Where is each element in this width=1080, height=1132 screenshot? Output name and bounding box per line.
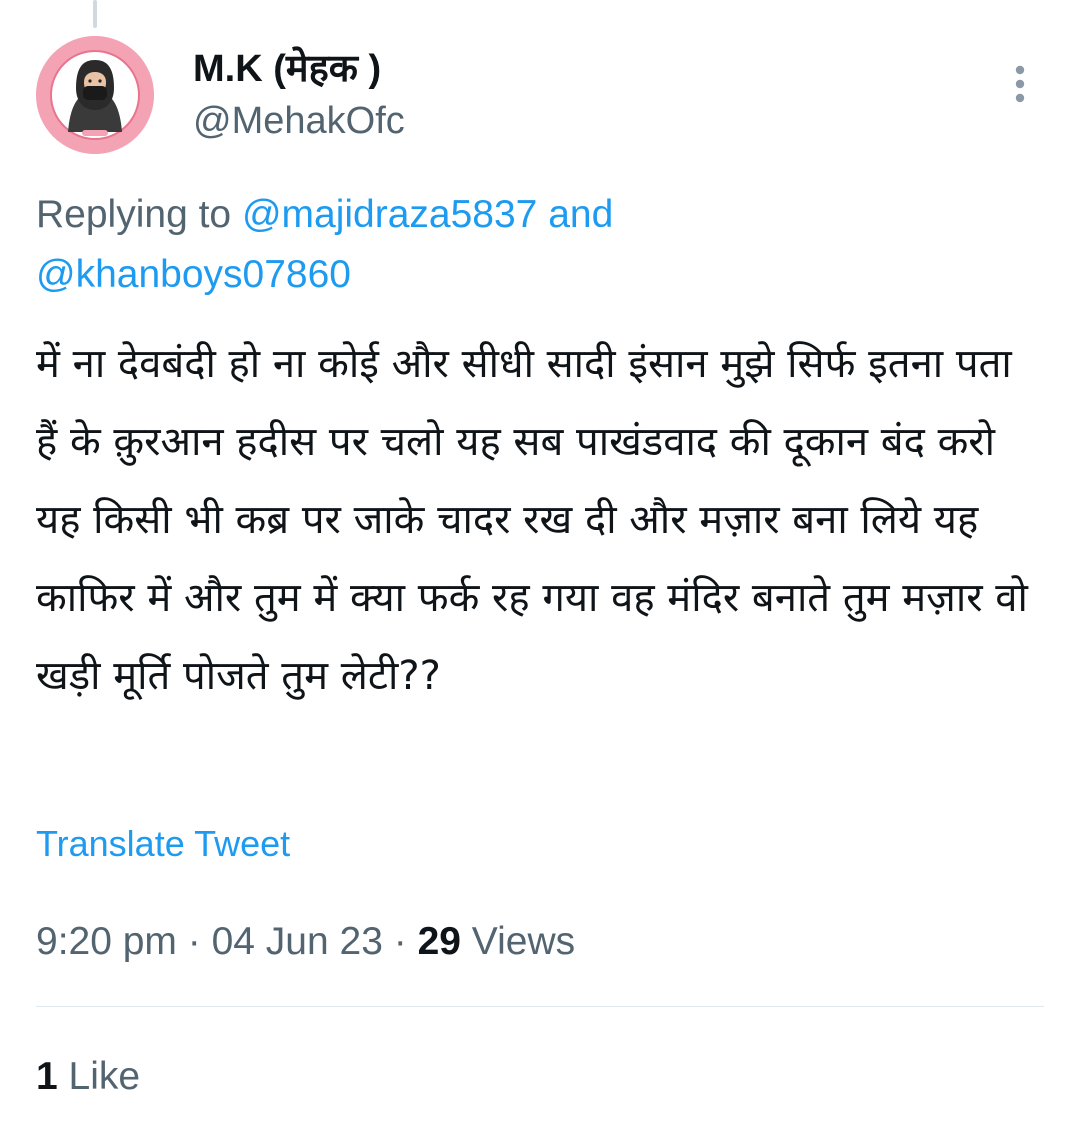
tweet-text: में ना देवबंदी हो ना कोई और सीधी सादी इं…	[36, 341, 1028, 699]
views-label: Views	[460, 920, 576, 963]
tweet-metadata: 9:20 pm · 04 Jun 23 · 29 Views	[36, 917, 575, 967]
mention-link-majidraza5837[interactable]: @majidraza5837	[242, 193, 537, 236]
avatar[interactable]	[36, 36, 154, 154]
tweet-time[interactable]: 9:20 pm	[36, 920, 177, 963]
author-handle[interactable]: @MehakOfc	[193, 98, 405, 144]
views-count: 29	[417, 920, 461, 963]
likes-stat[interactable]: 1 Like	[36, 1052, 140, 1102]
translate-tweet-link[interactable]: Translate Tweet	[36, 822, 290, 866]
meta-separator: ·	[382, 920, 418, 963]
hijab-profile-avatar-icon	[36, 36, 154, 154]
author-display-name[interactable]: M.K (मेहक )	[193, 46, 381, 92]
replying-and-joiner: and	[537, 193, 614, 236]
likes-label: Like	[57, 1055, 141, 1098]
meta-separator: ·	[176, 920, 212, 963]
more-vertical-icon	[1015, 65, 1025, 103]
thread-connector-line	[93, 0, 97, 28]
replying-to-line: Replying to @majidraza5837 and @khanboys…	[36, 185, 1036, 305]
replying-to-label: Replying to	[36, 193, 242, 236]
likes-count: 1	[36, 1055, 58, 1098]
mention-link-khanboys07860[interactable]: @khanboys07860	[36, 253, 351, 296]
divider	[36, 1006, 1044, 1007]
tweet-date[interactable]: 04 Jun 23	[212, 920, 383, 963]
more-options-button[interactable]	[1000, 58, 1040, 110]
